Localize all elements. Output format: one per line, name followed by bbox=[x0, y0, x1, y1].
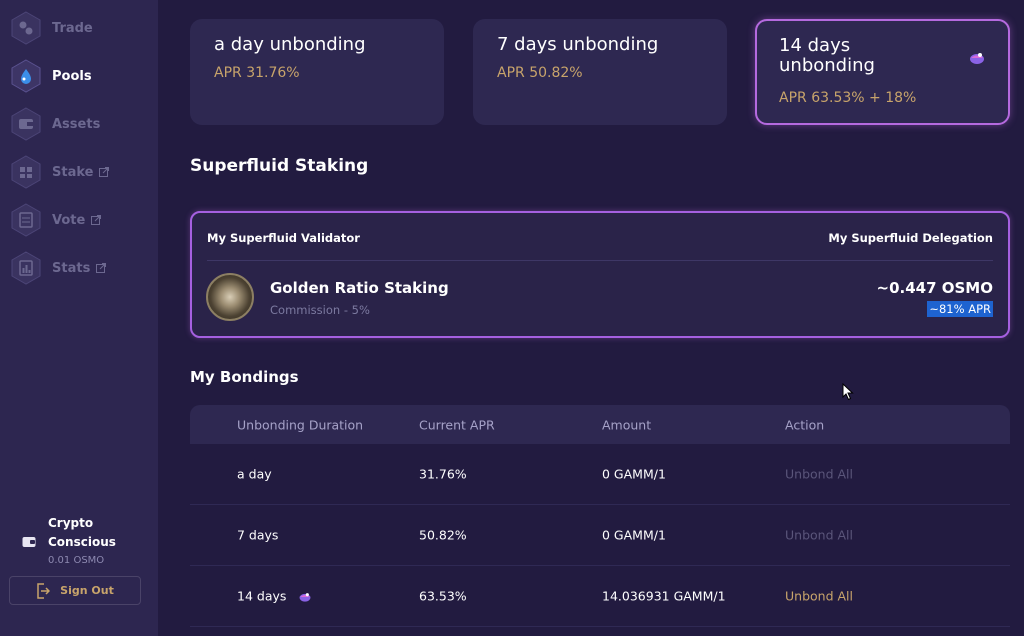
unbonding-card-14-days[interactable]: 14 days unbonding APR 63.53% + 18% bbox=[755, 19, 1010, 125]
unbond-all-button[interactable]: Unbond All bbox=[785, 467, 853, 482]
amount-cell: 0 GAMM/1 bbox=[602, 527, 666, 543]
superfluid-validator-card: My Superfluid Validator My Superfluid De… bbox=[190, 211, 1010, 338]
superfluid-icon bbox=[299, 593, 311, 602]
bondings-section-title: My Bondings bbox=[190, 368, 299, 386]
unbonding-card-1-day[interactable]: a day unbonding APR 31.76% bbox=[190, 19, 444, 125]
bondings-table: Unbonding Duration Current APR Amount Ac… bbox=[190, 405, 1010, 627]
divider bbox=[207, 260, 993, 261]
card-apr: APR 50.82% bbox=[497, 65, 583, 81]
pools-icon bbox=[10, 59, 42, 93]
wallet-icon bbox=[22, 537, 36, 547]
validator-commission: Commission - 5% bbox=[270, 303, 370, 317]
table-row: 14 days 63.53% 14.036931 GAMM/1 Unbond A… bbox=[190, 566, 1010, 627]
sidebar-item-stake[interactable]: Stake bbox=[10, 154, 150, 190]
sidebar-item-vote[interactable]: Vote bbox=[10, 202, 150, 238]
validator-avatar bbox=[206, 273, 254, 321]
table-header: Unbonding Duration Current APR Amount Ac… bbox=[190, 405, 1010, 444]
column-header: Unbonding Duration bbox=[237, 417, 364, 432]
sidebar-item-label: Assets bbox=[52, 116, 101, 132]
superfluid-icon bbox=[970, 53, 984, 64]
column-header: Current APR bbox=[419, 417, 495, 432]
unbond-all-button[interactable]: Unbond All bbox=[785, 589, 853, 604]
sign-out-label: Sign Out bbox=[60, 584, 114, 597]
sidebar-item-label: Stake bbox=[52, 164, 94, 180]
card-apr: APR 63.53% + 18% bbox=[779, 90, 917, 106]
amount-cell: 14.036931 GAMM/1 bbox=[602, 588, 726, 604]
sidebar-item-trade[interactable]: Trade bbox=[10, 10, 150, 46]
sidebar-item-assets[interactable]: Assets bbox=[10, 106, 150, 142]
card-title: 7 days unbonding bbox=[497, 34, 659, 55]
sign-out-button[interactable]: Sign Out bbox=[9, 576, 141, 605]
vote-icon bbox=[10, 203, 42, 237]
table-row: a day 31.76% 0 GAMM/1 Unbond All bbox=[190, 444, 1010, 505]
sidebar-item-label: Pools bbox=[52, 68, 92, 84]
apr-cell: 31.76% bbox=[419, 466, 467, 482]
external-link-icon bbox=[96, 263, 107, 273]
mouse-cursor-icon bbox=[842, 383, 854, 401]
validator-name: Golden Ratio Staking bbox=[270, 279, 449, 297]
table-row: 7 days 50.82% 0 GAMM/1 Unbond All bbox=[190, 505, 1010, 566]
duration-cell-wrap: 14 days bbox=[237, 589, 312, 604]
duration-cell: 14 days bbox=[237, 588, 287, 604]
card-apr: APR 31.76% bbox=[214, 65, 300, 81]
stake-icon bbox=[10, 155, 42, 189]
unbonding-card-7-days[interactable]: 7 days unbonding APR 50.82% bbox=[473, 19, 727, 125]
trade-icon bbox=[10, 11, 42, 45]
column-header: Action bbox=[785, 417, 825, 432]
user-name: Crypto Conscious bbox=[48, 516, 116, 549]
user-balance: 0.01 OSMO bbox=[48, 555, 105, 566]
external-link-icon bbox=[91, 215, 102, 225]
sign-out-icon bbox=[37, 582, 51, 599]
duration-cell: 7 days bbox=[237, 527, 279, 543]
amount-cell: 0 GAMM/1 bbox=[602, 466, 666, 482]
assets-icon bbox=[10, 107, 42, 141]
duration-cell: a day bbox=[237, 466, 272, 482]
sidebar: Trade Pools Assets Stake Vote Stats Cryp… bbox=[0, 0, 158, 636]
card-title: 14 days unbonding bbox=[779, 35, 875, 76]
validator-header: My Superfluid Validator bbox=[207, 231, 360, 245]
delegation-header: My Superfluid Delegation bbox=[828, 231, 993, 245]
sidebar-item-pools[interactable]: Pools bbox=[10, 58, 150, 94]
sidebar-item-label: Stats bbox=[52, 260, 91, 276]
apr-cell: 50.82% bbox=[419, 527, 467, 543]
unbond-all-button[interactable]: Unbond All bbox=[785, 528, 853, 543]
sidebar-item-stats[interactable]: Stats bbox=[10, 250, 150, 286]
column-header: Amount bbox=[602, 417, 652, 432]
delegation-apr: ~81% APR bbox=[927, 301, 993, 317]
superfluid-section-title: Superfluid Staking bbox=[190, 156, 369, 176]
sidebar-item-label: Trade bbox=[52, 20, 93, 36]
sidebar-item-label: Vote bbox=[52, 212, 86, 228]
stats-icon bbox=[10, 251, 42, 285]
card-title: a day unbonding bbox=[214, 34, 366, 55]
apr-cell: 63.53% bbox=[419, 588, 467, 604]
delegation-amount: ~0.447 OSMO bbox=[876, 279, 993, 297]
external-link-icon bbox=[99, 167, 110, 177]
